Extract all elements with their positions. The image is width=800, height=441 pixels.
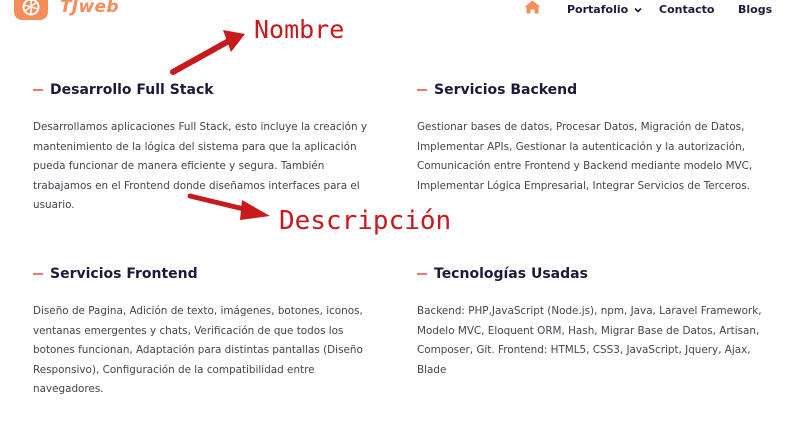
top-navigation-bar: TJweb Portafolio Contacto Blogs bbox=[0, 0, 800, 26]
home-icon[interactable] bbox=[524, 0, 541, 14]
section-description: Desarrollamos aplicaciones Full Stack, e… bbox=[33, 121, 368, 211]
accent-dash bbox=[33, 273, 43, 275]
annotation-arrow-nombre bbox=[170, 30, 245, 75]
section-description: Diseño de Pagina, Adición de texto, imág… bbox=[33, 305, 363, 395]
accent-dash bbox=[33, 89, 43, 91]
service-card-backend: Servicios Backend Gestionar bases de dat… bbox=[417, 81, 777, 196]
brand-name: TJweb bbox=[60, 0, 119, 17]
accent-dash bbox=[417, 273, 427, 275]
section-title: Tecnologías Usadas bbox=[434, 266, 588, 282]
chevron-down-icon bbox=[634, 7, 642, 13]
service-card-frontend: Servicios Frontend Diseño de Pagina, Adi… bbox=[33, 265, 378, 400]
nav-blogs[interactable]: Blogs bbox=[738, 3, 772, 16]
nav-contacto[interactable]: Contacto bbox=[659, 3, 714, 16]
section-description: Backend: PHP,JavaScript (Node.js), npm, … bbox=[417, 305, 762, 376]
nav-portafolio[interactable]: Portafolio bbox=[567, 3, 642, 16]
annotation-nombre: Nombre bbox=[254, 15, 345, 44]
service-card-full-stack: Desarrollo Full Stack Desarrollamos apli… bbox=[33, 81, 378, 216]
service-card-tecnologias: Tecnologías Usadas Backend: PHP,JavaScri… bbox=[417, 265, 777, 380]
section-title: Desarrollo Full Stack bbox=[50, 82, 214, 98]
nav-portafolio-label: Portafolio bbox=[567, 3, 629, 16]
section-description: Gestionar bases de datos, Procesar Datos… bbox=[417, 121, 753, 192]
logo-icon bbox=[14, 0, 48, 20]
section-title: Servicios Frontend bbox=[50, 266, 198, 282]
section-title: Servicios Backend bbox=[434, 82, 578, 98]
accent-dash bbox=[417, 89, 427, 91]
brand-logo[interactable]: TJweb bbox=[14, 0, 119, 20]
